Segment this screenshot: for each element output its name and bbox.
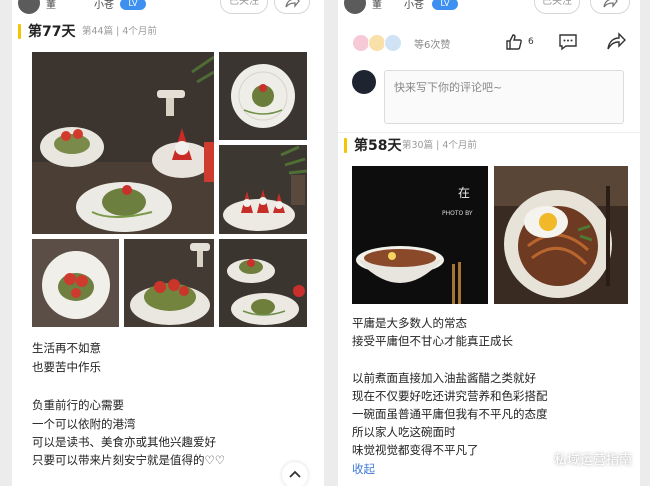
my-avatar [352,70,376,94]
collapse-button[interactable] [282,462,308,486]
post-text-line: 生活再不如意 [32,341,101,355]
comment-input[interactable]: 快来写下你的评论吧~ [384,70,624,124]
post-text-line: 只要可以带来片刻安宁就是值得的♡♡ [32,453,226,467]
photo-caption-small: PHOTO BY [442,210,473,217]
left-post-card: 董 小苍 LV 已关注 第77天 第44篇 | 4个月前 生活再不如意 也要苦中… [12,0,324,486]
post-text-line: 以前煮面直接加入油盐酱醋之类就好 [352,371,536,385]
comment-icon [559,34,577,51]
photo-4[interactable] [32,239,119,327]
share-button[interactable] [590,0,630,14]
photo-1[interactable]: 在 PHOTO BY [352,166,488,304]
share-arrow-icon [607,32,626,50]
like-button[interactable] [504,32,524,52]
comment-placeholder: 快来写下你的评论吧~ [394,81,503,94]
watermark-text: 私域运营指南 [553,453,632,468]
post-text-line: 可以是读书、美食亦或其他兴趣爱好 [32,435,216,449]
share-button[interactable] [274,0,310,14]
post-text-line: 一个可以依附的港湾 [32,417,136,431]
watermark: 私域运营指南 [532,449,632,468]
level-badge: LV [120,0,146,10]
post-meta: 第30篇 | 4个月前 [402,140,477,151]
liker-avatars[interactable] [352,34,412,52]
author-nickname: 小苍 [94,0,114,11]
liker-avatar [384,34,402,52]
post-text-line: 平庸是大多数人的常态 [352,316,467,330]
follow-button[interactable]: 已关注 [220,0,268,14]
photo-6[interactable] [219,239,307,327]
day-label: 第58天 [354,138,402,154]
author-nickname: 小苍 [404,0,424,11]
post-author-header: 董 小苍 LV 已关注 [338,0,640,20]
share-arrow-icon [603,0,618,8]
share-arrow-icon [285,0,300,8]
accent-bar [18,24,21,39]
post-text-line: 也要苦中作乐 [32,360,101,374]
level-badge: LV [432,0,458,10]
follow-button[interactable]: 已关注 [534,0,580,14]
comment-button[interactable] [558,32,578,52]
post-text-line: 一碗面虽普通平庸但我有不平凡的态度 [352,407,548,421]
photo-2[interactable] [494,166,628,304]
photo-3[interactable] [219,145,307,234]
accent-bar [344,138,347,153]
forward-button[interactable] [606,32,626,52]
thumbs-up-icon [506,34,522,50]
divider [338,132,640,133]
post-text-line: 味觉视觉都变得不平凡了 [352,443,479,457]
chevron-up-icon [289,470,301,478]
post-text-line: 负重前行的心需要 [32,398,124,412]
likes-summary[interactable]: 等6次赞 [414,36,450,51]
right-post-card: 董 小苍 LV 已关注 等6次赞 6 快来写下你的评论吧~ 第58天 第30篇 … [338,0,640,486]
photo-1[interactable] [32,52,214,234]
collapse-link[interactable]: 收起 [352,461,375,477]
post-meta: 第44篇 | 4个月前 [82,26,157,37]
author-username[interactable]: 董 [46,0,56,11]
author-username[interactable]: 董 [372,0,382,11]
post-text-line: 接受平庸但不甘心才能真正成长 [352,334,513,348]
day-header: 第77天 第44篇 | 4个月前 [12,22,324,44]
day-header: 第58天 第30篇 | 4个月前 [338,136,640,158]
post-text-line: 所以家人吃这碗面时 [352,425,456,439]
photo-2[interactable] [219,52,307,140]
author-avatar[interactable] [18,0,40,14]
post-author-header: 董 小苍 LV 已关注 [12,0,324,20]
photo-caption: 在 [458,186,471,200]
day-label: 第77天 [28,24,76,40]
photo-5[interactable] [124,239,214,327]
wechat-logo-icon [532,450,550,466]
post-text-line: 现在不仅要好吃还讲究营养和色彩搭配 [352,389,548,403]
author-avatar[interactable] [344,0,366,14]
like-count: 6 [528,37,534,47]
